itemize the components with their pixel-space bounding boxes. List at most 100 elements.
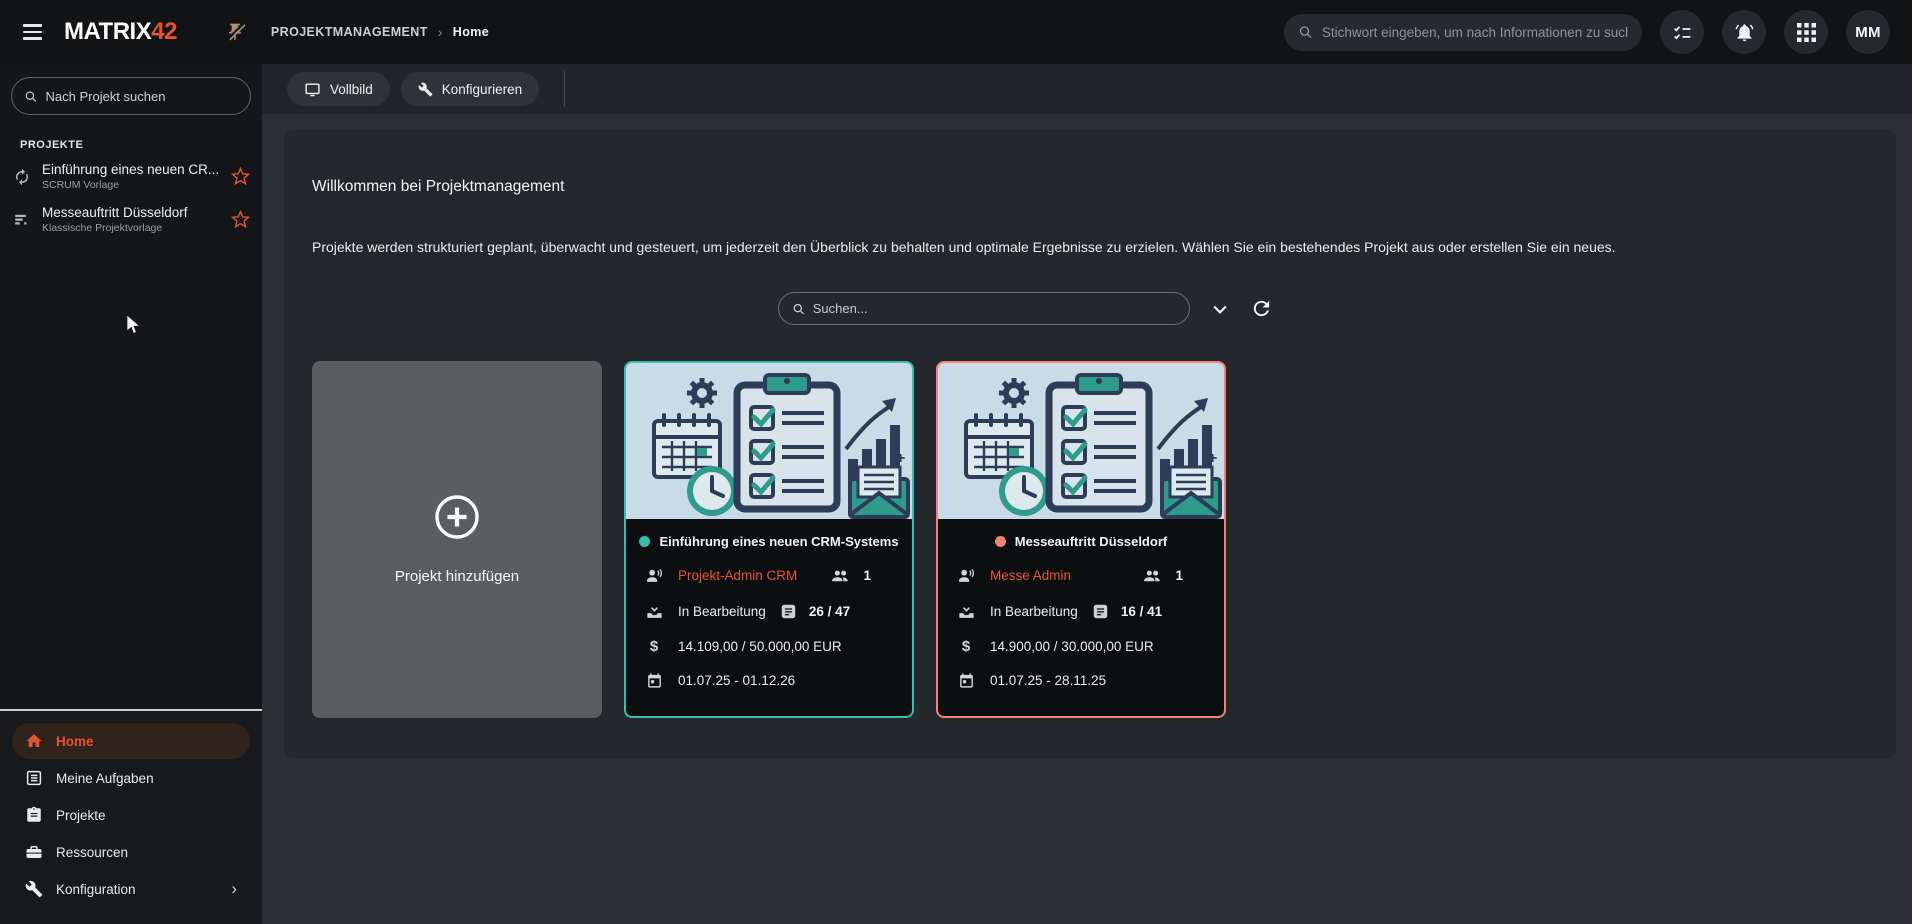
fullscreen-button[interactable]: Vollbild [287,72,390,106]
tasks-doc-icon [1092,603,1109,620]
project-card-crm[interactable]: + + [624,361,914,718]
status-dot [995,536,1006,547]
global-search[interactable] [1284,14,1642,51]
add-project-card[interactable]: Projekt hinzufügen [312,361,602,718]
chevron-down-icon [1210,299,1230,319]
sidebar-spacer [0,241,262,709]
task-list-icon [25,769,43,787]
breadcrumb-app[interactable]: PROJEKTMANAGEMENT [271,25,428,39]
wrench-icon [25,880,43,898]
sidebar-project-messe[interactable]: Messeauftritt Düsseldorf Klassische Proj… [0,198,262,241]
project-illustration: + + [626,363,912,519]
project-admin[interactable]: Messe Admin [990,568,1071,583]
global-search-input[interactable] [1322,25,1628,40]
user-avatar[interactable]: MM [1846,10,1890,54]
page-description: Projekte werden strukturiert geplant, üb… [312,239,1868,255]
fullscreen-label: Vollbild [330,82,373,97]
member-count: 1 [1175,568,1183,583]
notifications-button[interactable] [1722,10,1766,54]
favorite-star-icon[interactable] [231,167,250,186]
action-toolbar: Vollbild Konfigurieren [262,64,1912,114]
project-template: Klassische Projektvorlage [42,222,220,234]
checklist-icon [1672,22,1693,43]
search-icon [1298,24,1313,40]
toolbox-icon [25,843,43,861]
dates-row: 01.07.25 - 01.12.26 [643,672,895,689]
project-search[interactable] [11,77,251,115]
project-admin[interactable]: Projekt-Admin CRM [678,568,797,583]
project-dates: 01.07.25 - 28.11.25 [990,673,1106,688]
member-count: 1 [863,568,871,583]
budget-row: $ 14.109,00 / 50.000,00 EUR [643,638,895,655]
project-card-title: Einführung eines neuen CRM-Systems [659,534,898,549]
dollar-icon: $ [643,638,665,655]
apps-grid-button[interactable] [1784,10,1828,54]
project-card-title: Messeauftritt Düsseldorf [1015,534,1167,549]
envelope-glyph [1162,467,1220,517]
hamburger-menu-icon[interactable] [0,0,64,64]
clipboard-icon [25,806,43,824]
wrench-icon [418,82,433,97]
inbox-tray-icon [643,602,665,621]
favorite-star-icon[interactable] [231,210,250,229]
expand-filter-button[interactable] [1210,299,1230,319]
calendar-icon [955,672,977,689]
status-row: In Bearbeitung 26 / 47 [643,602,895,621]
tasks-checklist-button[interactable] [1660,10,1704,54]
add-project-label: Projekt hinzufügen [395,568,519,585]
budget-row: $ 14.900,00 / 30.000,00 EUR [955,638,1207,655]
refresh-icon [1250,297,1273,320]
admin-row: Projekt-Admin CRM 1 [643,566,895,585]
project-search-input[interactable] [46,89,239,104]
project-budget: 14.109,00 / 50.000,00 EUR [678,639,842,654]
chevron-right-icon: › [231,879,237,899]
nav-label: Home [56,734,94,749]
scrum-cycle-icon [13,168,31,186]
page-title: Willkommen bei Projektmanagement [312,130,1868,196]
project-template: SCRUM Vorlage [42,179,220,191]
task-progress: 16 / 41 [1121,604,1162,619]
home-icon [25,732,43,750]
project-filter-search[interactable] [778,292,1190,325]
tasks-doc-icon [780,603,797,620]
app-logo[interactable]: MATRIX42 [64,18,177,46]
breadcrumb-page[interactable]: Home [453,25,489,39]
apps-grid-icon [1797,23,1816,42]
search-icon [24,89,38,104]
refresh-button[interactable] [1250,297,1273,320]
project-card-messe[interactable]: + + [936,361,1226,718]
project-filter-row [312,292,1868,325]
project-name: Messeauftritt Düsseldorf [42,205,220,220]
search-icon [792,302,805,316]
clock-glyph [999,466,1049,516]
bell-icon [1734,22,1755,43]
project-dates: 01.07.25 - 01.12.26 [678,673,795,688]
members-icon [1143,566,1162,585]
sidebar-project-crm[interactable]: Einführung eines neuen CR... SCRUM Vorla… [0,155,262,198]
breadcrumb: PROJEKTMANAGEMENT › Home [271,24,489,40]
logo-text-42: 42 [151,18,177,45]
content-panel: Willkommen bei Projektmanagement Projekt… [284,130,1896,758]
unpin-icon[interactable] [225,22,245,42]
sidebar-item-ressourcen[interactable]: Ressourcen [12,834,250,870]
sidebar-item-konfiguration[interactable]: Konfiguration › [12,871,250,907]
breadcrumb-separator-icon: › [438,24,443,40]
project-status: In Bearbeitung [990,604,1078,619]
dates-row: 01.07.25 - 28.11.25 [955,672,1207,689]
sidebar-item-projekte[interactable]: Projekte [12,797,250,833]
toolbar-divider [564,71,565,107]
main-area: Vollbild Konfigurieren Willkommen bei Pr… [262,64,1912,924]
clipboard-glyph [1049,375,1149,509]
sidebar-item-meine-aufgaben[interactable]: Meine Aufgaben [12,760,250,796]
configure-button[interactable]: Konfigurieren [401,72,539,106]
avatar-initials: MM [1855,24,1881,41]
projects-section-title: PROJEKTE [20,139,262,151]
project-filter-input[interactable] [813,301,1176,316]
calendar-icon [643,672,665,689]
speaker-person-icon [643,566,665,585]
nav-label: Ressourcen [56,845,128,860]
speaker-person-icon [955,566,977,585]
inbox-tray-icon [955,602,977,621]
sidebar-item-home[interactable]: Home [12,723,250,759]
plus-circle-icon [434,494,480,540]
